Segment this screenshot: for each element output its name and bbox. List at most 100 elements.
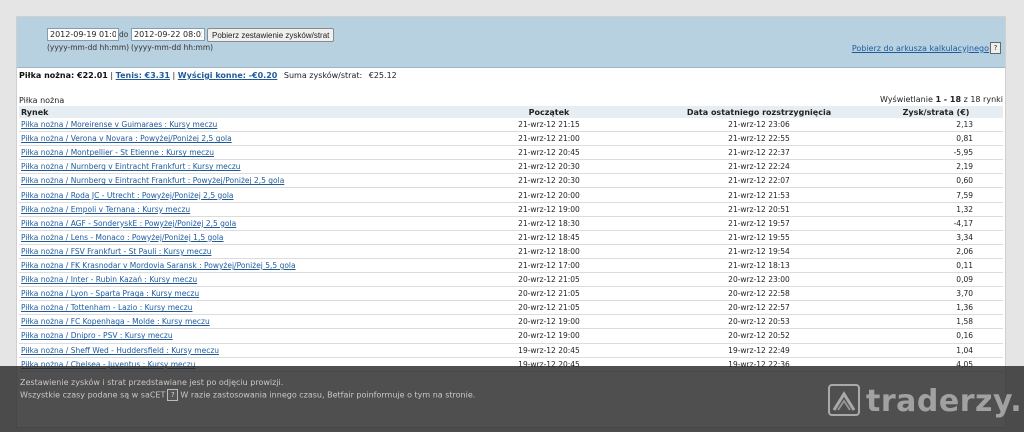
settled-time-cell: 20-wrz-12 22:58 bbox=[649, 286, 869, 302]
start-time-cell: 20-wrz-12 21:05 bbox=[518, 275, 580, 285]
profit-loss-cell: 0,16 bbox=[956, 331, 973, 341]
market-link[interactable]: Piłka nożna / Lyon - Sparta Praga : Kurs… bbox=[21, 289, 199, 298]
market-link[interactable]: Piłka nożna / Inter - Rubin Kazań : Kurs… bbox=[21, 275, 197, 284]
market-link[interactable]: Piłka nożna / FSV Frankfurt - St Pauli :… bbox=[21, 247, 212, 256]
start-time-cell: 21-wrz-12 20:30 bbox=[518, 162, 580, 172]
market-link[interactable]: Piłka nożna / Nurnberg v Eintracht Frank… bbox=[21, 162, 241, 171]
market-link[interactable]: Piłka nożna / Sheff Wed - Huddersfield :… bbox=[21, 346, 219, 355]
paging-suffix: z 18 rynki bbox=[963, 95, 1003, 104]
table-row: Piłka nożna / FSV Frankfurt - St Pauli :… bbox=[19, 244, 1003, 259]
table-row: Piłka nożna / Lens - Monaco : Powyżej/Po… bbox=[19, 230, 1003, 245]
start-time-cell: 20-wrz-12 21:05 bbox=[449, 286, 649, 302]
profit-loss-cell: 0,09 bbox=[869, 272, 1003, 288]
market-link[interactable]: Piłka nożna / Dnipro - PSV : Kursy meczu bbox=[21, 331, 173, 340]
market-link[interactable]: Piłka nożna / Verona v Novara : Powyżej/… bbox=[21, 134, 232, 143]
table-row: Piłka nożna / FC Kopenhaga - Molde : Kur… bbox=[19, 314, 1003, 330]
market-link[interactable]: Piłka nożna / Moreirense v Guimaraes : K… bbox=[21, 120, 217, 129]
settled-time-cell: 21-wrz-12 22:55 bbox=[649, 131, 869, 147]
table-row: Piłka nożna / Nurnberg v Eintracht Frank… bbox=[19, 159, 1003, 175]
market-cell: Piłka nożna / Nurnberg v Eintracht Frank… bbox=[19, 173, 449, 189]
market-link[interactable]: Piłka nożna / Empoli v Ternana : Kursy m… bbox=[21, 205, 190, 214]
column-header-market[interactable]: Rynek bbox=[19, 106, 449, 118]
overall-total-value: €25.12 bbox=[368, 71, 397, 80]
start-time-cell: 21-wrz-12 17:00 bbox=[518, 260, 580, 270]
profit-loss-cell: -5,95 bbox=[869, 145, 1003, 161]
start-time-cell: 21-wrz-12 18:45 bbox=[449, 230, 649, 245]
start-time-cell: 21-wrz-12 21:15 bbox=[518, 120, 580, 130]
settled-time-cell: 20-wrz-12 23:00 bbox=[649, 272, 869, 288]
market-link[interactable]: Piłka nożna / FK Krasnodar v Mordovia Sa… bbox=[21, 261, 296, 270]
help-icon[interactable]: ? bbox=[167, 389, 179, 401]
help-icon[interactable]: ? bbox=[990, 42, 1001, 54]
fetch-report-button[interactable]: Pobierz zestawienie zysków/strat bbox=[207, 28, 335, 42]
profit-loss-cell: 0,60 bbox=[956, 176, 973, 186]
profit-loss-cell: 7,59 bbox=[869, 187, 1003, 203]
column-header-start[interactable]: Początek bbox=[449, 106, 649, 118]
market-link[interactable]: Piłka nożna / Montpellier - St Etienne :… bbox=[21, 148, 214, 157]
start-time-cell: 21-wrz-12 21:00 bbox=[449, 131, 649, 147]
market-link[interactable]: Piłka nożna / Tottenham - Lazio : Kursy … bbox=[21, 303, 193, 312]
watermark-text: traderzy.pl bbox=[866, 384, 1024, 419]
table-row: Piłka nożna / AGF - SonderyskE : Powyżej… bbox=[19, 216, 1003, 231]
from-date-format-hint: (yyyy-mm-dd hh:mm) bbox=[47, 43, 130, 52]
start-time-cell: 20-wrz-12 21:05 bbox=[518, 303, 580, 313]
overall-total-label: Suma zysków/strat: bbox=[283, 71, 363, 80]
start-time-cell: 21-wrz-12 20:45 bbox=[518, 148, 580, 158]
settled-time-cell: 21-wrz-12 23:06 bbox=[649, 118, 869, 133]
settled-time-cell: 19-wrz-12 22:49 bbox=[649, 343, 869, 358]
start-time-cell: 20-wrz-12 21:05 bbox=[518, 289, 580, 299]
profit-loss-cell: 3,70 bbox=[869, 286, 1003, 302]
profit-loss-cell: 0,60 bbox=[869, 173, 1003, 189]
pagination-info: Wyświetlanie 1 - 18 z 18 rynki bbox=[880, 95, 1003, 104]
market-cell: Piłka nożna / FSV Frankfurt - St Pauli :… bbox=[19, 244, 449, 259]
profit-loss-cell: 1,58 bbox=[869, 314, 1003, 330]
profit-loss-cell: 1,36 bbox=[956, 303, 973, 313]
market-cell: Piłka nożna / FC Kopenhaga - Molde : Kur… bbox=[19, 314, 449, 330]
market-link[interactable]: Piłka nożna / Nurnberg v Eintracht Frank… bbox=[21, 176, 284, 185]
market-cell: Piłka nożna / Dnipro - PSV : Kursy meczu bbox=[19, 328, 449, 344]
profit-loss-cell: 1,32 bbox=[869, 202, 1003, 217]
settled-time-cell: 21-wrz-12 23:06 bbox=[728, 120, 790, 130]
market-cell: Piłka nożna / Tottenham - Lazio : Kursy … bbox=[19, 300, 449, 316]
to-date-input[interactable] bbox=[131, 28, 205, 41]
from-date-input[interactable] bbox=[47, 28, 119, 41]
football-total: Piłka nożna: €22.01 bbox=[19, 71, 108, 80]
table-row: Piłka nożna / Roda JC - Utrecht : Powyże… bbox=[19, 187, 1003, 203]
settled-time-cell: 21-wrz-12 22:24 bbox=[649, 159, 869, 175]
export-spreadsheet-link[interactable]: Pobierz do arkusza kalkulacyjnego bbox=[852, 44, 989, 53]
market-link[interactable]: Piłka nożna / AGF - SonderyskE : Powyżej… bbox=[21, 219, 236, 228]
settled-time-cell: 21-wrz-12 22:07 bbox=[649, 173, 869, 189]
start-time-cell: 21-wrz-12 21:15 bbox=[449, 118, 649, 133]
profit-loss-cell: 1,32 bbox=[956, 204, 973, 214]
settled-time-cell: 21-wrz-12 22:37 bbox=[649, 145, 869, 161]
profit-loss-cell: 0,81 bbox=[869, 131, 1003, 147]
tennis-total-link[interactable]: Tenis: €3.31 bbox=[116, 71, 170, 80]
table-row: Piłka nożna / Empoli v Ternana : Kursy m… bbox=[19, 202, 1003, 217]
settled-time-cell: 20-wrz-12 20:52 bbox=[728, 331, 790, 341]
racing-total-link[interactable]: Wyścigi konne: -€0.20 bbox=[178, 71, 278, 80]
date-filter-bar: do (yyyy-mm-dd hh:mm) (yyyy-mm-dd hh:mm)… bbox=[17, 17, 1005, 68]
column-header-settled[interactable]: Data ostatniego rozstrzygnięcia bbox=[649, 106, 869, 118]
traderzy-logo-icon bbox=[828, 384, 860, 416]
table-row: Piłka nożna / Montpellier - St Etienne :… bbox=[19, 145, 1003, 161]
settled-time-cell: 21-wrz-12 18:13 bbox=[649, 258, 869, 274]
start-time-cell: 21-wrz-12 18:30 bbox=[518, 218, 580, 228]
profit-loss-cell: 2,19 bbox=[869, 159, 1003, 175]
start-time-cell: 21-wrz-12 20:00 bbox=[518, 190, 580, 200]
timezone-note: Wszystkie czasy podane są w saCET? W razi… bbox=[20, 389, 475, 401]
to-date-format-hint: (yyyy-mm-dd hh:mm) bbox=[131, 43, 214, 52]
start-time-cell: 21-wrz-12 18:00 bbox=[518, 246, 580, 256]
settled-time-cell: 20-wrz-12 22:57 bbox=[649, 300, 869, 316]
profit-loss-cell: 7,59 bbox=[956, 190, 973, 200]
market-link[interactable]: Piłka nożna / FC Kopenhaga - Molde : Kur… bbox=[21, 317, 210, 326]
market-link[interactable]: Piłka nożna / Roda JC - Utrecht : Powyże… bbox=[21, 191, 234, 200]
profit-loss-cell: 0,11 bbox=[869, 258, 1003, 274]
market-cell: Piłka nożna / Verona v Novara : Powyżej/… bbox=[19, 131, 449, 147]
to-label: do bbox=[119, 30, 129, 39]
market-cell: Piłka nożna / Inter - Rubin Kazań : Kurs… bbox=[19, 272, 449, 288]
table-row: Piłka nożna / Nurnberg v Eintracht Frank… bbox=[19, 173, 1003, 189]
paging-range: 1 - 18 bbox=[935, 95, 962, 104]
column-header-profit-loss[interactable]: Zysk/strata (€) bbox=[869, 106, 1003, 118]
start-time-cell: 20-wrz-12 21:05 bbox=[449, 300, 649, 316]
market-link[interactable]: Piłka nożna / Lens - Monaco : Powyżej/Po… bbox=[21, 233, 224, 242]
